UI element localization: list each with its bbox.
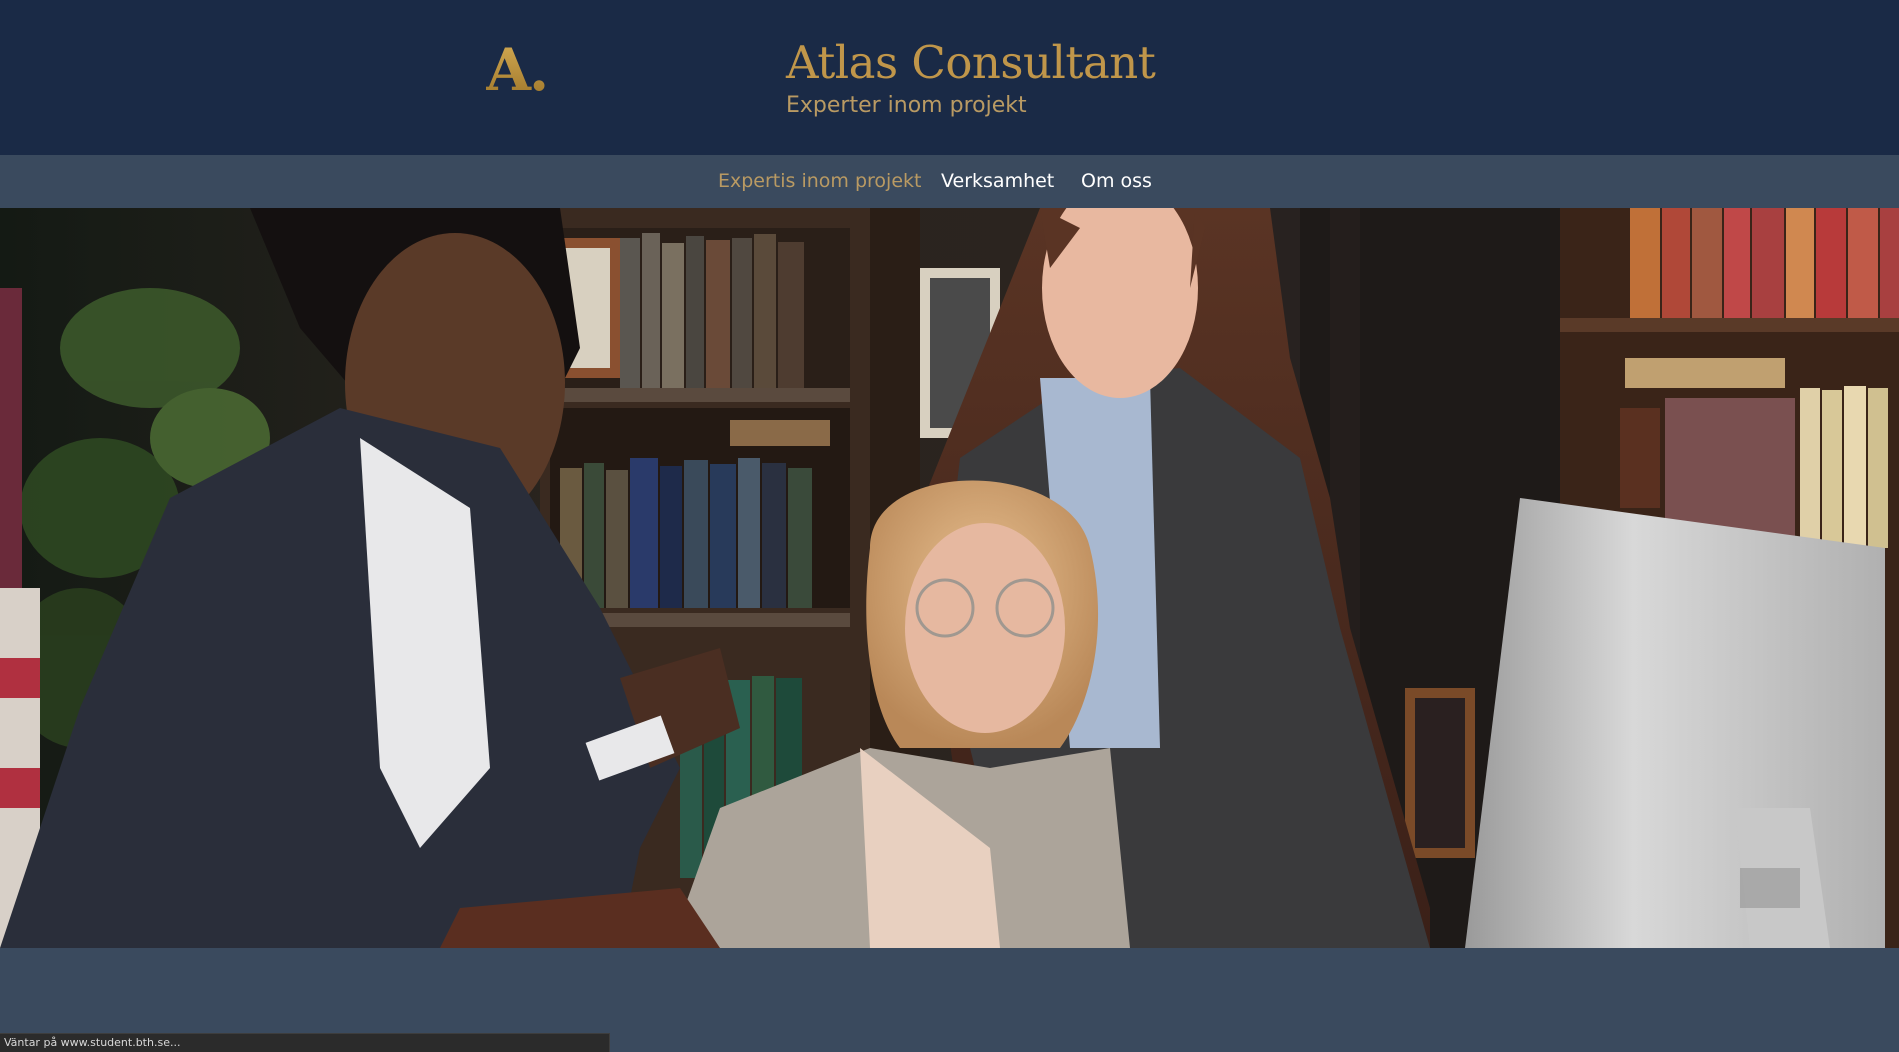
hero-photo (0, 208, 1899, 948)
brand-title[interactable]: Atlas Consultant (786, 36, 1156, 89)
hero-image (0, 208, 1899, 948)
site-header: A. Atlas Consultant Experter inom projek… (0, 0, 1899, 155)
nav-link-verksamhet[interactable]: Verksamhet (941, 170, 1054, 192)
main-nav: Expertis inom projekt Verksamhet Om oss (0, 155, 1899, 208)
browser-status-bar: Väntar på www.student.bth.se... (0, 1033, 610, 1052)
page: A. Atlas Consultant Experter inom projek… (0, 0, 1899, 1052)
status-text: Väntar på www.student.bth.se... (4, 1036, 181, 1049)
brand-tagline: Experter inom projekt (786, 93, 1027, 118)
logo-mark[interactable]: A. (486, 36, 549, 104)
nav-link-expertis[interactable]: Expertis inom projekt (718, 170, 921, 192)
nav-link-om-oss[interactable]: Om oss (1081, 170, 1152, 192)
